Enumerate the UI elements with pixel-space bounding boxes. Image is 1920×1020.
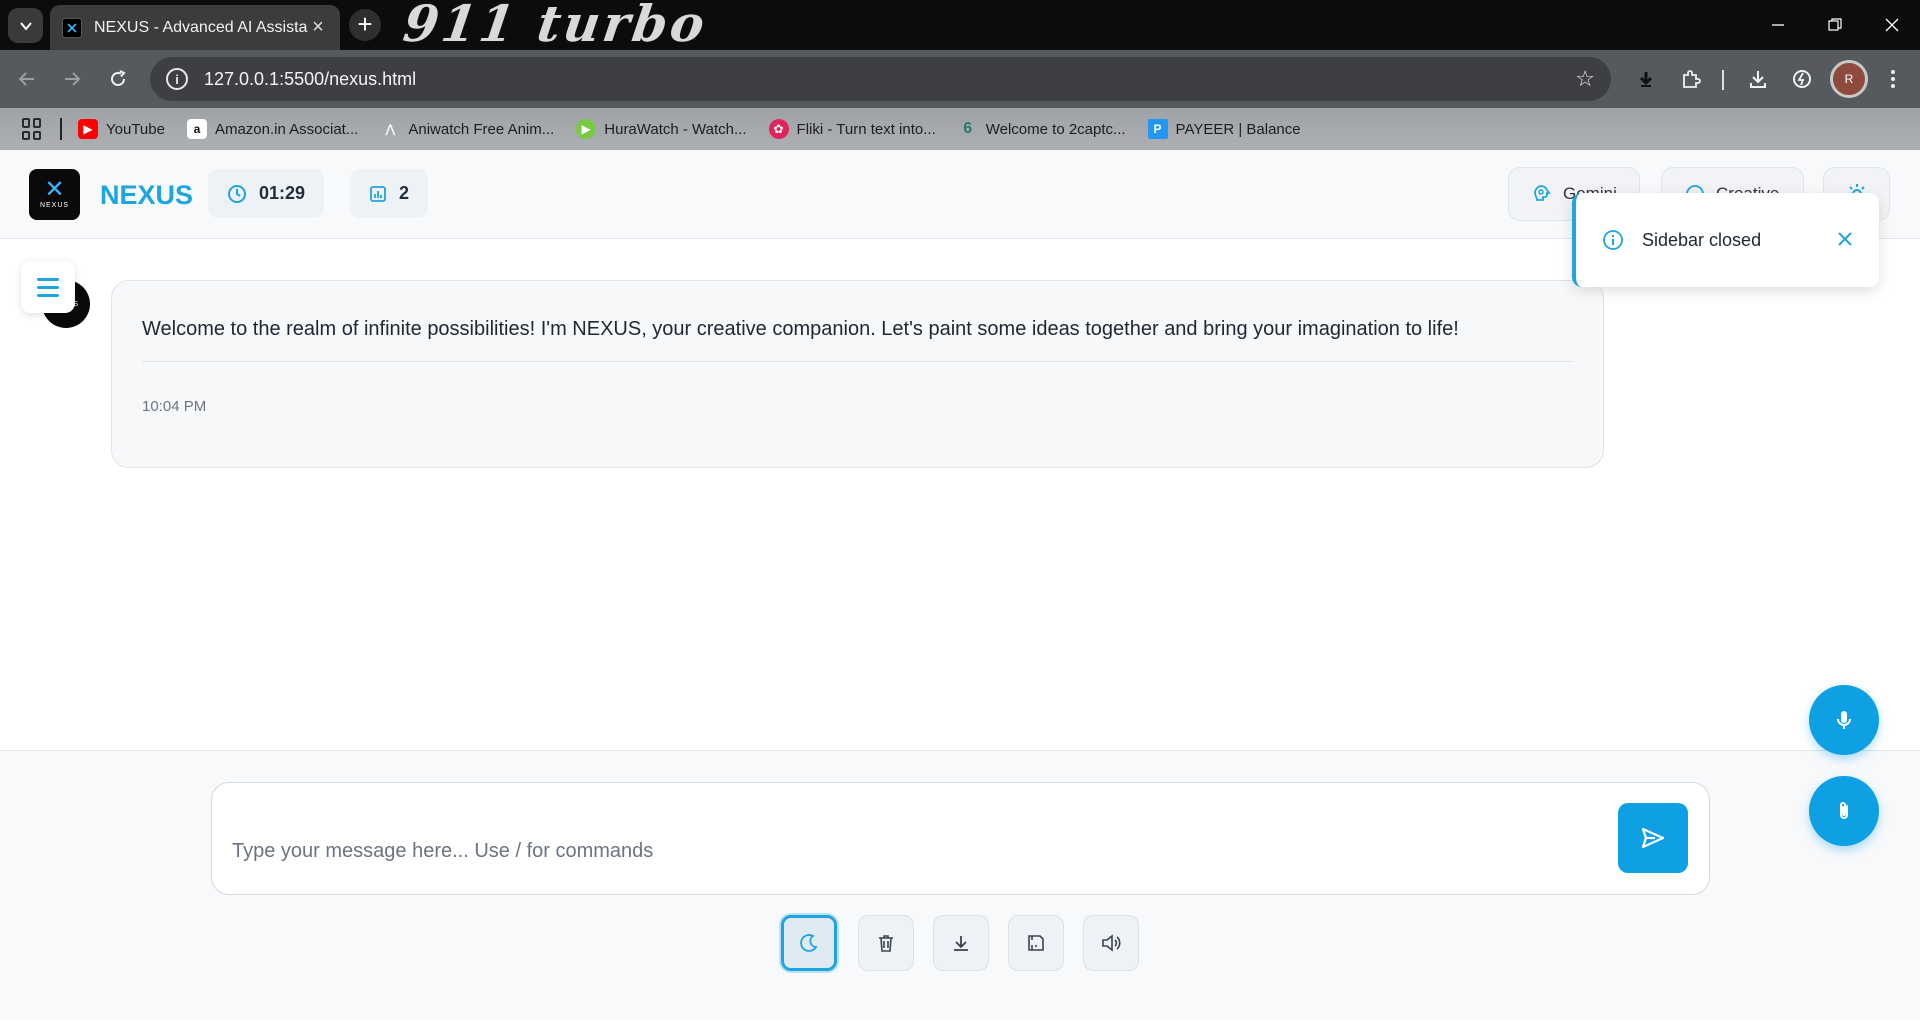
reload-icon (111, 70, 126, 86)
send-button[interactable] (1618, 803, 1688, 873)
brain-icon (1534, 185, 1551, 201)
kebab-menu-icon[interactable] (1879, 65, 1907, 93)
back-button[interactable] (12, 64, 42, 94)
close-window-button[interactable] (1863, 0, 1920, 50)
message-text: Welcome to the realm of infinite possibi… (142, 318, 1459, 340)
message-timestamp: 10:04 PM (142, 398, 207, 415)
close-icon (1885, 18, 1898, 32)
bookmark-label: Aniwatch Free Anim... (408, 120, 555, 138)
browser-tabstrip: NEXUS - Advanced AI Assistant × + 911 tu… (0, 0, 1920, 53)
address-bar[interactable]: i 127.0.0.1:5500/nexus.html ☆ (150, 57, 1611, 101)
timer-value: 01:29 (259, 183, 306, 203)
payeer-icon: P (1147, 119, 1168, 139)
minimize-button[interactable] (1749, 0, 1806, 50)
fliki-icon: ✿ (768, 119, 789, 139)
attach-file-button[interactable] (1809, 776, 1879, 846)
export-chat-button[interactable] (933, 915, 989, 971)
toast-text: Sidebar closed (1642, 229, 1762, 250)
arrow-left-icon (18, 72, 34, 86)
moon-icon (800, 934, 818, 952)
tab-title: NEXUS - Advanced AI Assistant (94, 18, 308, 36)
paperclip-icon (1840, 802, 1848, 819)
bookmark-label: HuraWatch - Watch... (604, 120, 747, 138)
bookmarks-bar: ▶ YouTube a Amazon.in Associat... ⋀ Aniw… (0, 108, 1920, 150)
tab-close-icon[interactable]: × (308, 16, 328, 39)
message-composer (211, 782, 1710, 895)
bookmark-aniwatch[interactable]: ⋀ Aniwatch Free Anim... (380, 119, 554, 139)
chevron-down-icon (19, 21, 32, 31)
hamburger-icon (37, 277, 59, 281)
youtube-icon: ▶ (78, 119, 98, 139)
extensions-icon[interactable] (1677, 65, 1705, 93)
message-counter: 2 (350, 169, 429, 218)
save-chat-button[interactable] (1008, 915, 1064, 971)
message-count: 2 (399, 183, 410, 203)
browser-tab-active[interactable]: NEXUS - Advanced AI Assistant × (50, 5, 340, 50)
apps-grid-icon[interactable] (22, 118, 44, 140)
address-url[interactable]: 127.0.0.1:5500/nexus.html (204, 69, 1575, 90)
browser-theme-logo: 911 turbo (399, 0, 712, 53)
window-controls (1749, 0, 1920, 50)
new-tab-button[interactable]: + (349, 9, 381, 41)
restore-icon (1827, 18, 1842, 31)
bookmarks-separator (60, 118, 62, 140)
performance-icon[interactable] (1788, 65, 1816, 93)
send-icon (1641, 827, 1665, 849)
bookmark-hurawatch[interactable]: ▶ HuraWatch - Watch... (576, 119, 747, 139)
amazon-icon: a (186, 119, 207, 139)
nexus-favicon-icon (62, 17, 82, 38)
theme-toggle-button[interactable] (781, 915, 837, 971)
forward-button[interactable] (57, 64, 87, 94)
session-timer: 01:29 (208, 169, 325, 218)
minimize-icon (1771, 24, 1784, 26)
downloads-icon[interactable] (1744, 65, 1772, 93)
toolbar-separator (1722, 70, 1724, 90)
browser-toolbar: i 127.0.0.1:5500/nexus.html ☆ (0, 50, 1920, 108)
2captcha-icon: 6 (963, 120, 973, 137)
bookmark-label: Amazon.in Associat... (214, 120, 359, 138)
aniwatch-icon: ⋀ (385, 122, 396, 136)
save-icon (1028, 935, 1044, 951)
hurawatch-icon: ▶ (576, 119, 597, 139)
bookmark-star-icon[interactable]: ☆ (1575, 66, 1595, 92)
bookmark-label: YouTube (106, 120, 165, 138)
brand-title: NEXUS (100, 180, 194, 210)
clock-icon (228, 184, 246, 203)
info-icon (1603, 230, 1623, 250)
restore-button[interactable] (1806, 0, 1863, 50)
bookmark-fliki[interactable]: ✿ Fliki - Turn text into... (768, 119, 936, 139)
profile-avatar[interactable]: R (1830, 60, 1868, 98)
assistant-message: Welcome to the realm of infinite possibi… (111, 280, 1604, 468)
chart-icon (370, 185, 386, 202)
toast-notification: Sidebar closed (1572, 193, 1879, 287)
speaker-icon (1102, 934, 1121, 952)
bookmark-youtube[interactable]: ▶ YouTube (78, 119, 165, 139)
toast-close-icon[interactable] (1837, 227, 1853, 253)
download-icon (954, 936, 968, 951)
voice-output-button[interactable] (1083, 915, 1139, 971)
voice-input-button[interactable] (1809, 685, 1879, 755)
download-arrow-extension-icon[interactable] (1632, 65, 1660, 93)
bookmark-label: PAYEER | Balance (1175, 120, 1301, 138)
bookmark-amazon[interactable]: a Amazon.in Associat... (186, 119, 359, 139)
arrow-right-icon (65, 72, 81, 86)
bookmark-2captcha[interactable]: 6 Welcome to 2captc... (958, 119, 1126, 139)
bookmark-label: Fliki - Turn text into... (796, 120, 936, 138)
microphone-icon (1837, 711, 1851, 729)
bookmark-payeer[interactable]: P PAYEER | Balance (1147, 119, 1301, 139)
message-divider (142, 361, 1573, 362)
logo-x-icon: ✕ (44, 176, 65, 203)
reload-button[interactable] (103, 64, 133, 94)
nexus-logo: ✕ NEXUS (29, 169, 80, 220)
site-info-icon[interactable]: i (166, 68, 188, 90)
sidebar-toggle-button[interactable] (21, 261, 75, 313)
message-input[interactable] (232, 831, 1532, 871)
trash-icon (879, 935, 893, 952)
clear-chat-button[interactable] (858, 915, 914, 971)
tab-search-button[interactable] (8, 8, 43, 43)
logo-text: NEXUS (39, 202, 70, 209)
bookmark-label: Welcome to 2captc... (985, 120, 1126, 138)
